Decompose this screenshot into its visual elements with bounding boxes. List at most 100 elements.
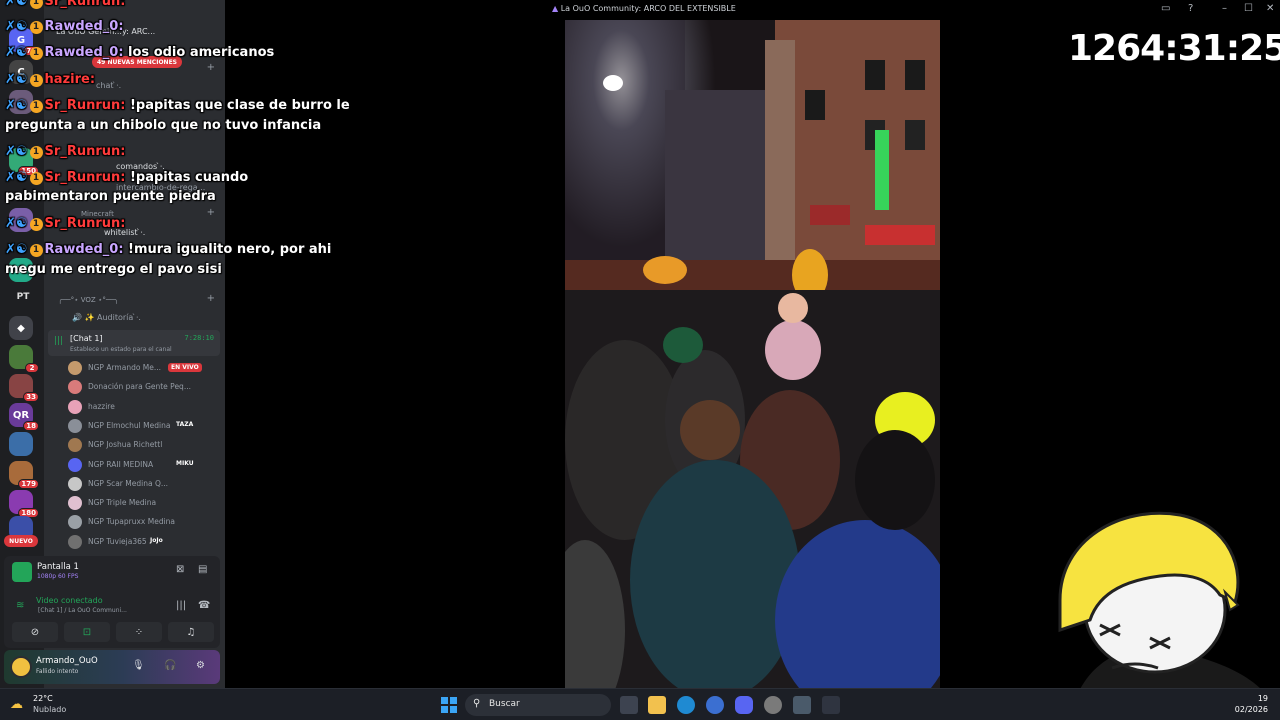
avatar (68, 534, 82, 549)
activities-button[interactable]: ⁘ (116, 622, 162, 642)
stop-share-icon[interactable]: ⊠ (176, 564, 184, 575)
badge-icons: ✗☯ (5, 170, 28, 185)
file-explorer-icon[interactable] (648, 696, 666, 714)
voice-member[interactable]: NGP Tuvieja365 JoJo (68, 534, 218, 550)
member-tag: TAZA (176, 420, 194, 428)
headphones-icon[interactable]: 🎧 (164, 660, 176, 671)
settings-gear-icon[interactable]: ⚙ (196, 660, 205, 671)
add-icon[interactable]: + (207, 62, 215, 73)
window-title: ▲ La OuO Community: ARCO DEL EXTENSIBLE (552, 4, 736, 13)
server-icon-12[interactable]: 180 (9, 490, 39, 518)
badge-icons: ✗☯ (5, 144, 28, 159)
server-badge: 2 (25, 363, 39, 373)
discover-icon[interactable]: ◆ (9, 316, 33, 340)
voice-member[interactable]: NGP RAII MEDINA MIKU (68, 457, 218, 473)
channel-auditoria[interactable]: 🔊 ✨ Auditoría ̀⋅. (72, 313, 141, 322)
start-windows-icon[interactable] (440, 696, 458, 714)
speaker-icon: 🔊 ✨ (72, 313, 98, 322)
sub-badge-icon: 1 (29, 0, 43, 9)
close-icon[interactable]: ✕ (1266, 3, 1274, 14)
edge-browser-icon[interactable] (677, 696, 695, 714)
avatar (68, 399, 82, 414)
user-bar: Armando_OuO Fallido intento 🎙 🎧 ⚙ (4, 650, 220, 684)
clock-time[interactable]: 19 (1258, 694, 1268, 703)
chat-message: ✗☯ 1 Sr_Runrun: !papitas cuando (5, 170, 248, 185)
mic-icon[interactable]: 🎙 (132, 660, 145, 671)
clock-date[interactable]: 02/2026 (1235, 705, 1268, 714)
server-icon-8[interactable]: 33 (9, 374, 39, 402)
screen: G70 C 150 X PT ◆ 2 33 QR18 179 180 NUEVO… (0, 0, 1280, 720)
new-pill[interactable]: NUEVO (4, 535, 38, 547)
category-voz[interactable]: ╭──°⋆ VOZ ⋆°──╮ (58, 296, 118, 304)
chat-text: !papitas cuando (125, 170, 249, 185)
voice-member[interactable]: NGP Elmochul Medina TAZA (68, 418, 218, 434)
window-title-text: La OuO Community: ARCO DEL EXTENSIBLE (560, 4, 736, 13)
avatar (68, 457, 82, 472)
channel-chat[interactable]: chat ̀⋅. (96, 81, 121, 90)
app-c-icon[interactable] (706, 696, 724, 714)
inbox-icon[interactable]: ▭ (1161, 3, 1170, 14)
voice-member[interactable]: NGP Triple Medina (68, 495, 218, 511)
maximize-icon[interactable]: ☐ (1244, 3, 1253, 14)
badge-icons: ✗☯ (5, 19, 28, 34)
member-tag: MIKU (176, 459, 194, 467)
chat-message: ✗☯ 1 Rawded_0: !mura igualito nero, por ah… (5, 242, 331, 257)
member-name: Donación para Gente Peq... (88, 382, 191, 392)
server-icon-10[interactable] (9, 432, 33, 456)
badge-icons: ✗☯ (5, 45, 28, 60)
disconnect-icon[interactable]: ☎ (198, 600, 210, 611)
chat-line-2: ✗☯ 1 Rawded_0: (5, 19, 124, 34)
voice-member[interactable]: Donación para Gente Peq... (68, 379, 218, 395)
server-badge: 179 (18, 479, 39, 489)
member-name: hazzire (88, 401, 115, 411)
voice-member[interactable]: hazzire (68, 399, 218, 415)
share-screen-button[interactable]: ⊡ (64, 622, 110, 642)
chat-message: ✗☯ 1 Rawded_0: los odio americanos (5, 45, 274, 60)
add-channel-icon[interactable]: + (207, 207, 215, 218)
sub-badge-icon: 1 (29, 218, 43, 231)
app-triangle-icon[interactable] (822, 696, 840, 714)
settings-icon[interactable] (793, 696, 811, 714)
signal-icon[interactable]: ≋ (16, 600, 24, 611)
server-icon-7[interactable]: 2 (9, 345, 39, 373)
soundboard-button[interactable]: ♫ (168, 622, 214, 642)
voice-member[interactable]: NGP Joshua Richettl (68, 437, 218, 453)
camera-off-button[interactable]: ⊘ (12, 622, 58, 642)
sub-badge-icon: 1 (29, 74, 43, 87)
weather-temp[interactable]: 22°C (33, 694, 53, 703)
voice-channel-active[interactable]: ||| [Chat 1] 7:28:10 Establece un estado… (48, 330, 220, 356)
sub-badge-icon: 1 (29, 244, 43, 257)
help-icon[interactable]: ? (1188, 3, 1193, 14)
task-view-icon[interactable] (620, 696, 638, 714)
member-name: NGP Triple Medina (88, 498, 157, 508)
app-record-icon[interactable] (764, 696, 782, 714)
minimize-icon[interactable]: – (1222, 3, 1227, 14)
chat-user: hazire: (44, 72, 96, 87)
sub-badge-icon: 1 (29, 21, 43, 34)
app-icon: ▲ (552, 4, 559, 13)
weather-condition[interactable]: Nublado (33, 705, 66, 714)
badge-icons: ✗☯ (5, 216, 28, 231)
shared-video[interactable] (565, 20, 940, 688)
avatar[interactable] (10, 656, 32, 678)
chat-user: Rawded_0: (44, 19, 124, 34)
chat-user: Sr_Runrun: (44, 144, 126, 159)
chat-continuation: megu me entrego el pavo sisi (5, 262, 222, 277)
chat-user: Sr_Runrun: (44, 216, 126, 231)
chat-text: los odio americanos (123, 45, 275, 60)
discord-icon[interactable] (735, 696, 753, 714)
server-icon-11[interactable]: 179 (9, 461, 39, 489)
weather-cloud-icon[interactable]: ☁ (10, 697, 23, 712)
server-icon-9[interactable]: QR 18 (9, 403, 39, 431)
avatar (68, 515, 82, 530)
voice-member[interactable]: NGP Tupapruxx Medina (68, 514, 218, 530)
avatar (68, 361, 82, 375)
popout-icon[interactable]: ▤ (198, 564, 207, 575)
voice-member[interactable]: NGP Scar Medina Q... (68, 476, 218, 492)
username[interactable]: Armando_OuO (36, 656, 98, 666)
taskbar-search[interactable]: ⚲ Buscar (465, 694, 611, 716)
add-voice-icon[interactable]: + (207, 293, 215, 304)
voice-member[interactable]: NGP Armando Me... EN VIVO (68, 360, 218, 376)
noise-icon[interactable]: ||| (176, 600, 186, 611)
chat-text: !papitas que clase de burro le (125, 98, 350, 113)
